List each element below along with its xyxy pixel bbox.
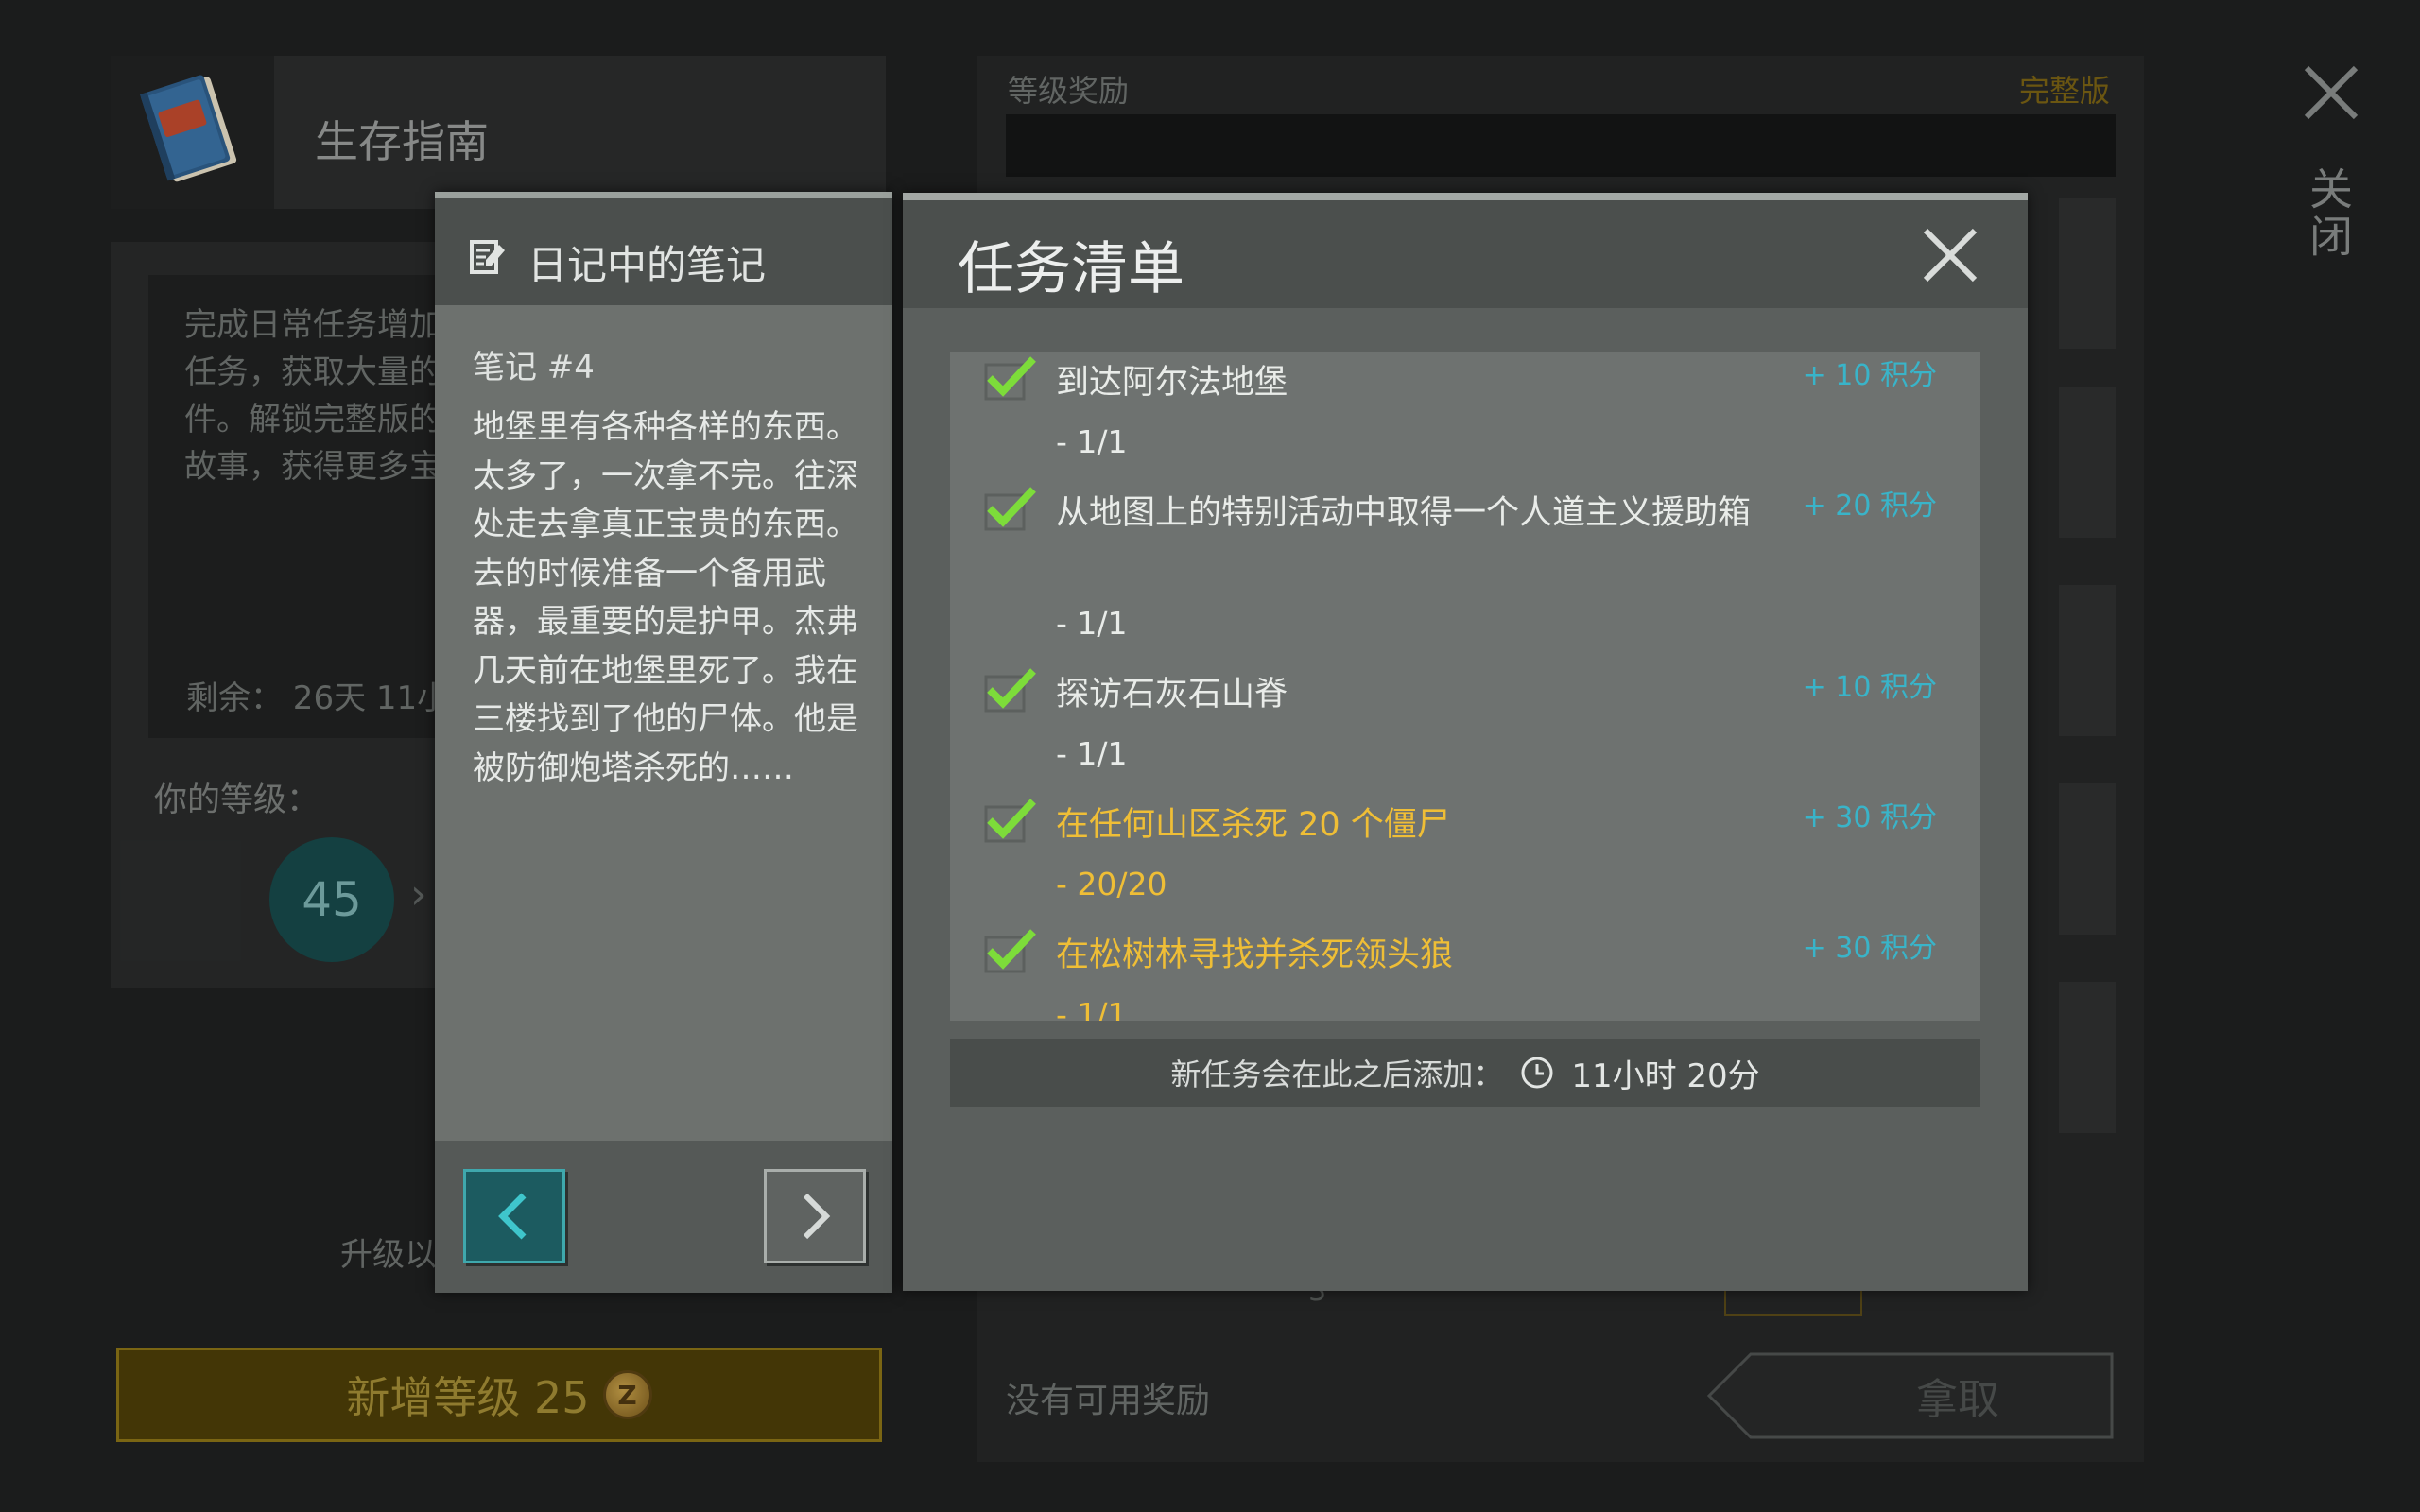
- task-points: + 10 积分: [1802, 671, 1937, 704]
- task-name: 在松树林寻找并杀死领头狼: [1056, 936, 1454, 974]
- checkmark-icon: [984, 356, 1036, 401]
- new-task-timer: 新任务会在此之后添加： 11小时 20分: [950, 1039, 1980, 1107]
- chevron-left-icon: [498, 1193, 527, 1240]
- next-note-button[interactable]: [764, 1169, 866, 1263]
- diary-note-number: 笔记 #4: [473, 349, 595, 387]
- checkmark-icon: [984, 487, 1036, 531]
- chevron-right-icon: [803, 1193, 831, 1240]
- previous-note-button[interactable]: [463, 1169, 565, 1263]
- task-list-panel: 任务清单 到达阿尔法地堡 - 1/1 + 10 积分 从地图上的特别活动中取得一…: [903, 193, 2028, 1291]
- new-task-label: 新任务会在此之后添加：: [1170, 1057, 1504, 1092]
- task-progress: - 20/20: [1056, 866, 1167, 902]
- note-edit-icon: [470, 240, 505, 274]
- task-progress: - 1/1: [1056, 996, 1128, 1021]
- diary-note-text: 地堡里有各种各样的东西。太多了，一次拿不完。往深处走去拿真正宝贵的东西。去的时候…: [473, 408, 858, 787]
- task-name: 探访石灰石山脊: [1056, 676, 1288, 713]
- task-list-title: 任务清单: [958, 236, 1184, 302]
- new-task-time: 11小时 20分: [1571, 1057, 1760, 1095]
- task-name: 到达阿尔法地堡: [1056, 364, 1288, 402]
- diary-title: 日记中的笔记: [527, 242, 767, 288]
- task-points: + 10 积分: [1802, 359, 1937, 392]
- close-icon: [1923, 228, 1978, 283]
- task-name: 在任何山区杀死 20 个僵尸: [1056, 806, 1450, 844]
- checkmark-icon: [984, 799, 1036, 843]
- checkmark-icon: [984, 929, 1036, 973]
- task-name: 从地图上的特别活动中取得一个人道主义援助箱: [1056, 494, 1752, 532]
- task-progress: - 1/1: [1056, 423, 1128, 460]
- task-header: 任务清单: [903, 200, 2028, 308]
- task-points: + 20 积分: [1802, 490, 1937, 523]
- task-close-button[interactable]: [1920, 225, 1980, 285]
- diary-header: 日记中的笔记: [435, 198, 892, 305]
- task-list: 到达阿尔法地堡 - 1/1 + 10 积分 从地图上的特别活动中取得一个人道主义…: [950, 352, 1980, 1021]
- diary-notes-panel: 日记中的笔记 笔记 #4 地堡里有各种各样的东西。太多了，一次拿不完。往深处走去…: [435, 192, 892, 1293]
- task-points: + 30 积分: [1802, 932, 1937, 965]
- task-progress: - 1/1: [1056, 605, 1128, 642]
- clock-icon: [1521, 1057, 1553, 1089]
- task-progress: - 1/1: [1056, 735, 1128, 772]
- task-points: + 30 积分: [1802, 801, 1937, 834]
- checkmark-icon: [984, 668, 1036, 713]
- diary-footer: [435, 1141, 892, 1293]
